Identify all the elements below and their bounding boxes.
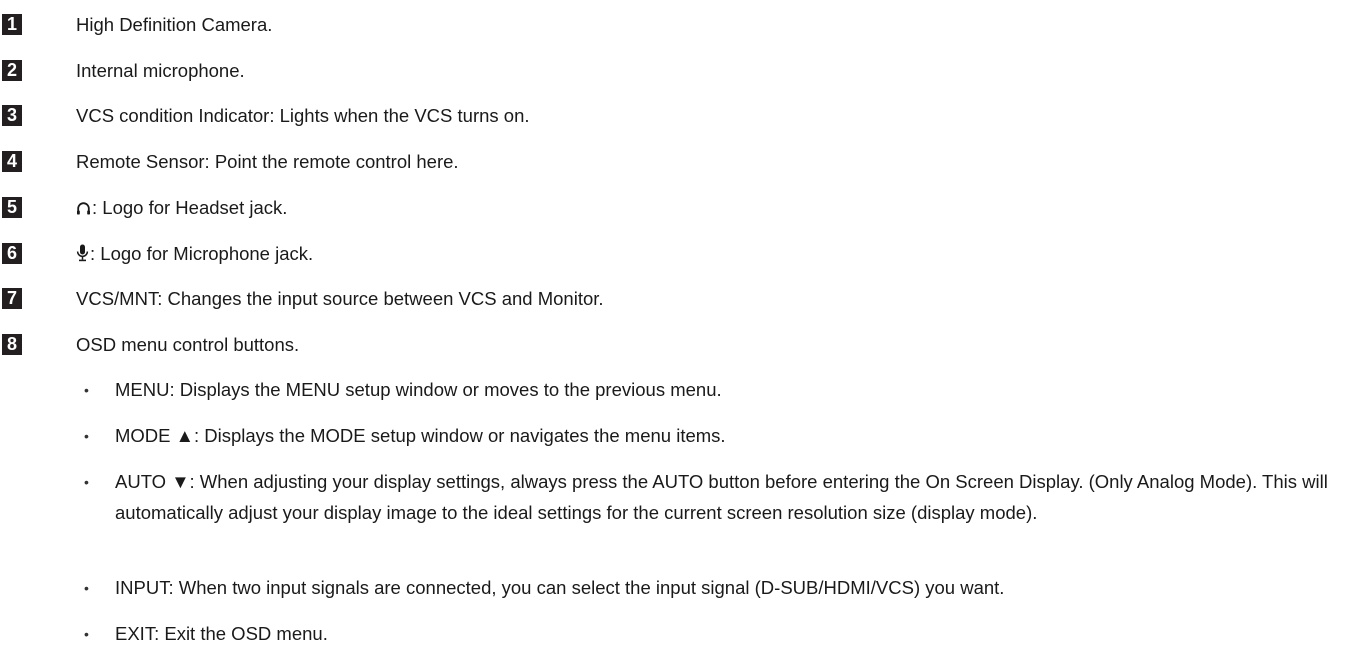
item-text: VCS/MNT: Changes the input source betwee… bbox=[76, 288, 604, 309]
item-number-badge: 1 bbox=[2, 14, 22, 35]
item-number-badge: 6 bbox=[2, 243, 22, 264]
bullet-text: INPUT: When two input signals are connec… bbox=[115, 577, 1005, 598]
item-text: : Logo for Headset jack. bbox=[92, 197, 288, 218]
list-item-7: 7 VCS/MNT: Changes the input source betw… bbox=[0, 284, 1368, 316]
item-text: OSD menu control buttons. bbox=[76, 334, 300, 355]
bullet-marker: • bbox=[84, 580, 89, 596]
item-text: Remote Sensor: Point the remote control … bbox=[76, 151, 459, 172]
item-number-badge: 2 bbox=[2, 60, 22, 81]
list-item-1: 1 High Definition Camera. bbox=[0, 10, 1368, 42]
item-text: : Logo for Microphone jack. bbox=[90, 243, 314, 264]
item-text: High Definition Camera. bbox=[76, 14, 273, 35]
bullet-text: MODE ▲: Displays the MODE setup window o… bbox=[115, 425, 726, 446]
item-text: VCS condition Indicator: Lights when the… bbox=[76, 105, 530, 126]
headset-icon bbox=[76, 195, 91, 225]
item-text-row: : Logo for Microphone jack. bbox=[76, 239, 313, 271]
item-text-row: : Logo for Headset jack. bbox=[76, 193, 287, 225]
bullet-marker: • bbox=[84, 382, 89, 398]
item-number-badge: 4 bbox=[2, 151, 22, 172]
microphone-icon bbox=[76, 241, 89, 271]
list-item-4: 4 Remote Sensor: Point the remote contro… bbox=[0, 147, 1368, 179]
list-item-2: 2 Internal microphone. bbox=[0, 56, 1368, 88]
item-number-badge: 5 bbox=[2, 197, 22, 218]
bullet-marker: • bbox=[84, 428, 89, 444]
bullet-text: EXIT: Exit the OSD menu. bbox=[115, 623, 328, 644]
bullet-marker: • bbox=[84, 474, 89, 490]
item-text: Internal microphone. bbox=[76, 60, 245, 81]
item-number-badge: 8 bbox=[2, 334, 22, 355]
bullet-text: AUTO ▼: When adjusting your display sett… bbox=[115, 471, 1328, 523]
bullet-marker: • bbox=[84, 626, 89, 642]
item-number-badge: 3 bbox=[2, 105, 22, 126]
manual-page: 1 High Definition Camera. 2 Internal mic… bbox=[0, 0, 1368, 666]
list-item-6: 6 : Logo for Microphone jack. bbox=[0, 239, 1368, 271]
list-item-3: 3 VCS condition Indicator: Lights when t… bbox=[0, 101, 1368, 133]
list-item-5: 5 : Logo for Headset jack. bbox=[0, 193, 1368, 225]
bullet-text: MENU: Displays the MENU setup window or … bbox=[115, 379, 722, 400]
list-item-8: 8 OSD menu control buttons. bbox=[0, 330, 1368, 362]
item-number-badge: 7 bbox=[2, 288, 22, 309]
